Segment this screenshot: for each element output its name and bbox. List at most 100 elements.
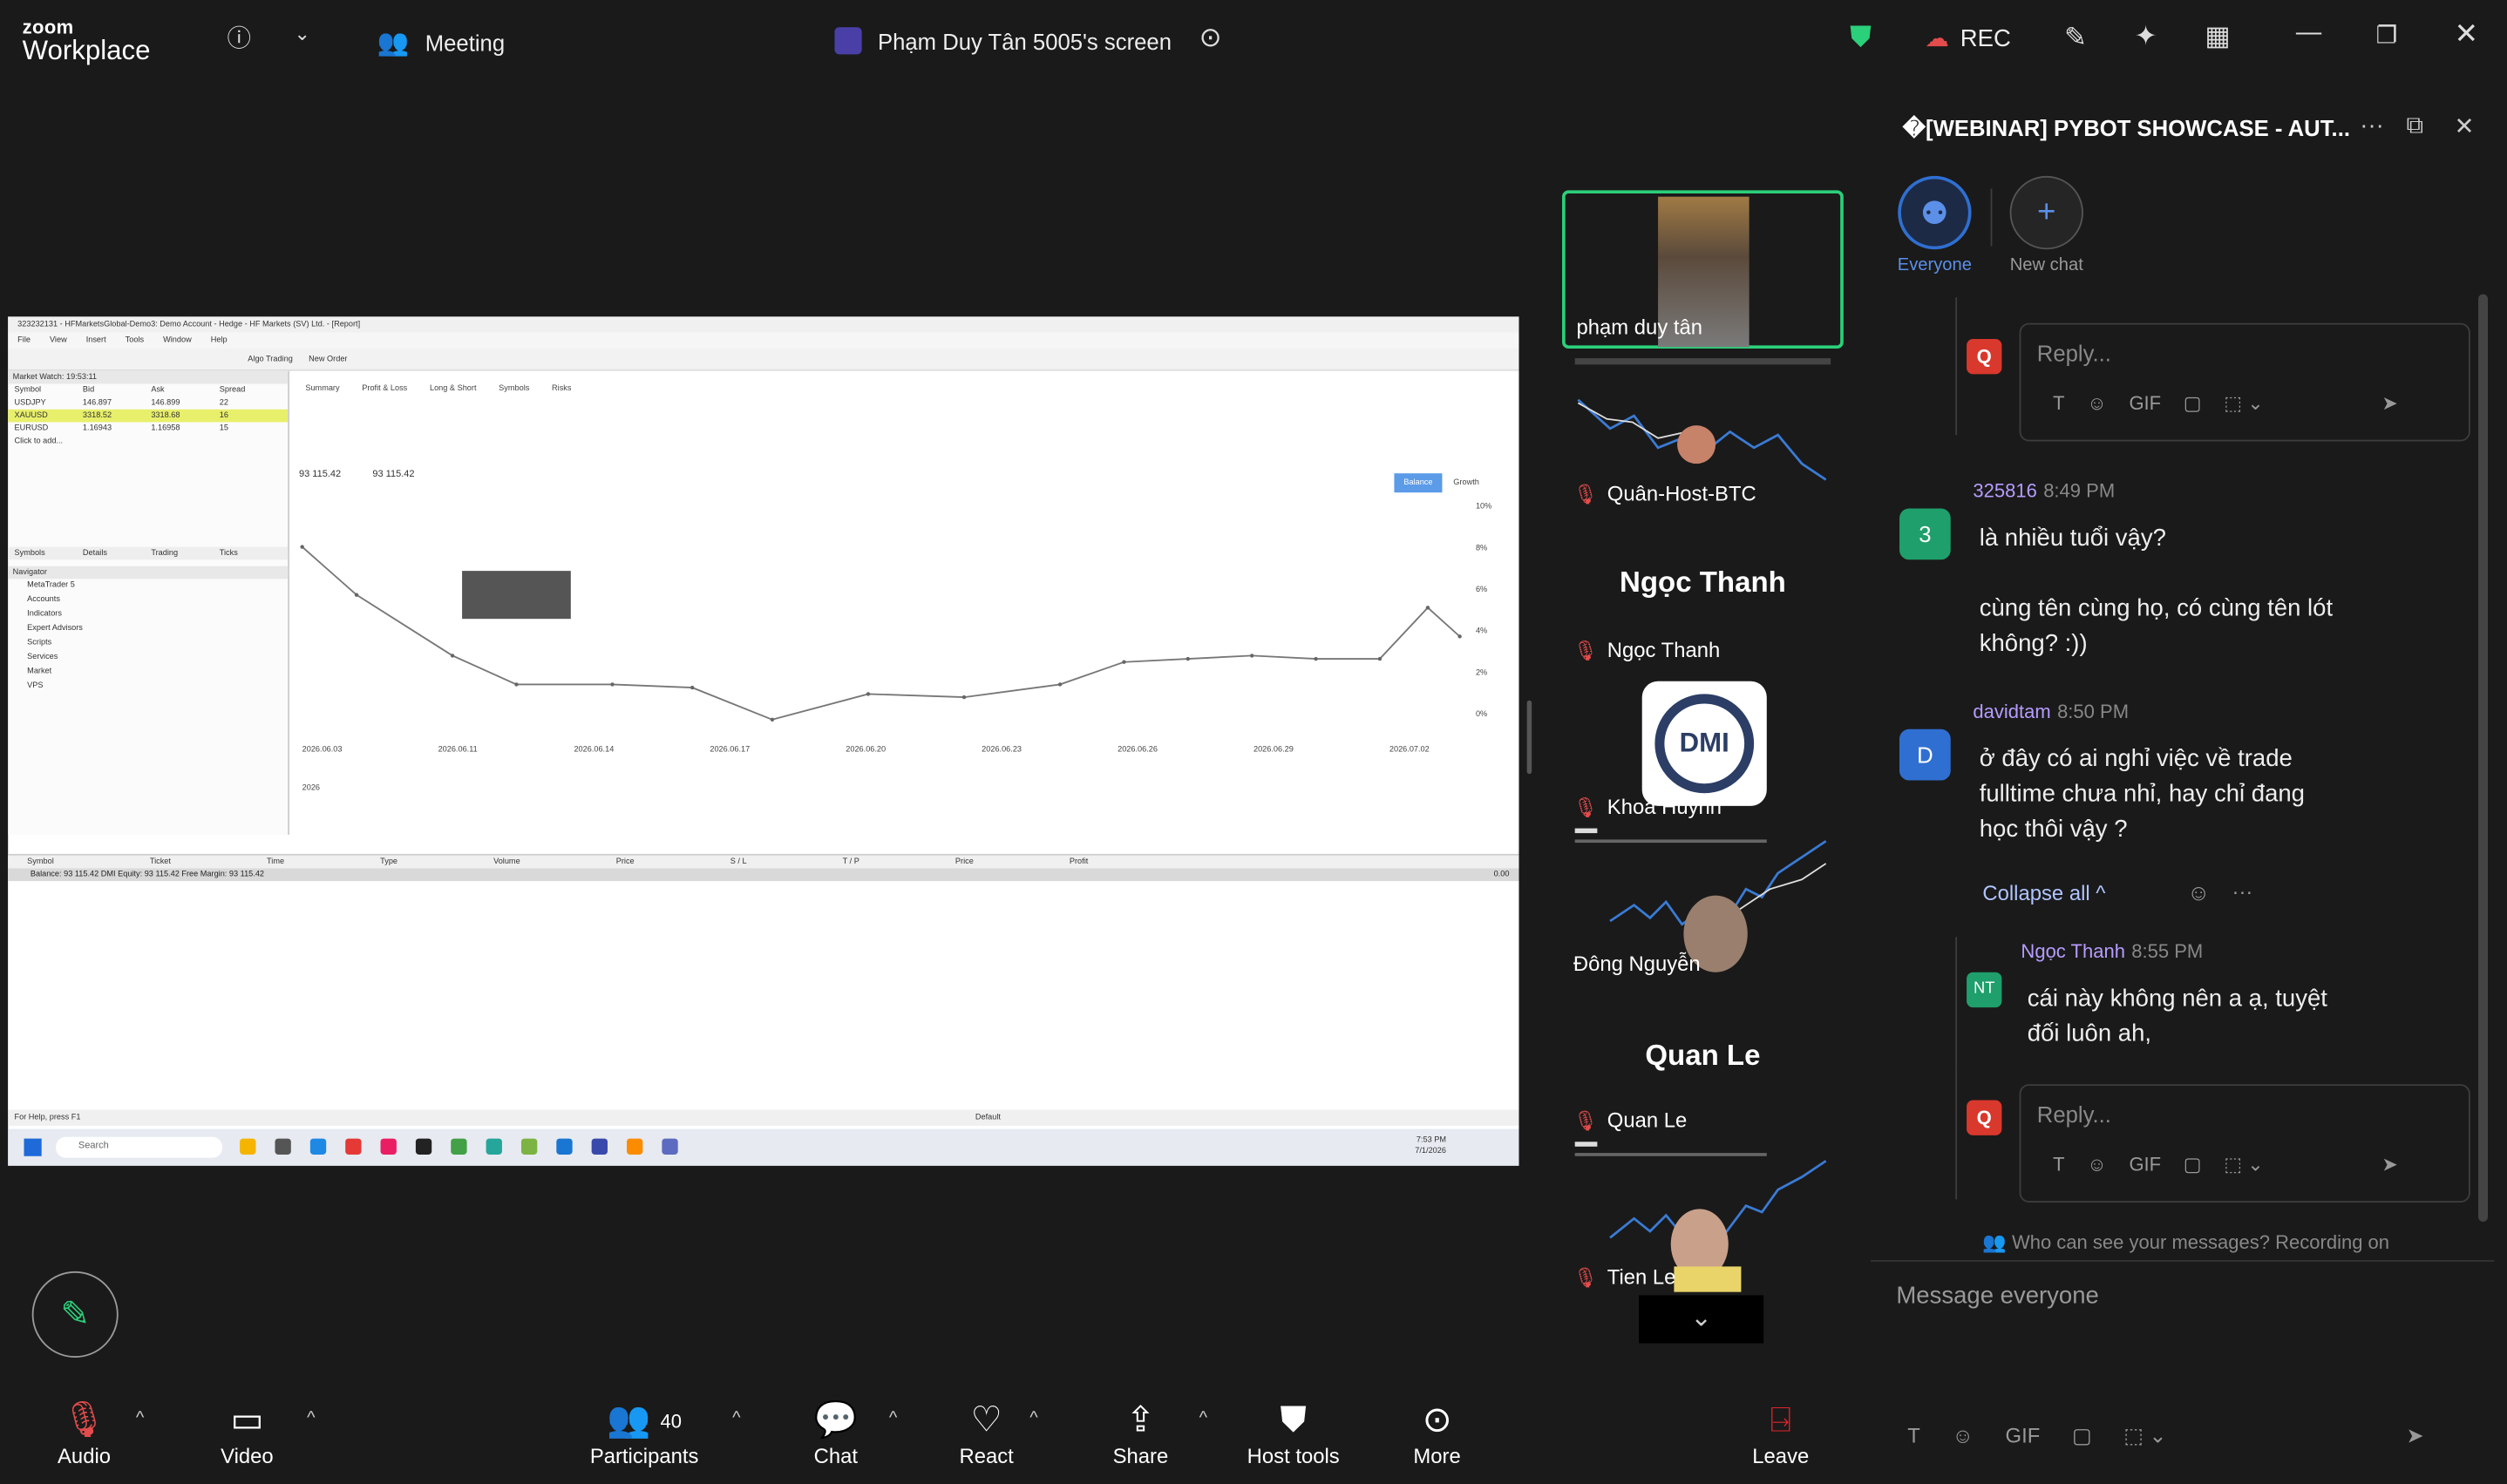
taskbar-app-icon — [627, 1138, 643, 1155]
panel-resize-handle[interactable] — [1526, 700, 1532, 775]
reply-box[interactable]: Reply... T ☺ GIF ▢ ⬚ ⌄ ➤ — [2019, 322, 2470, 442]
shared-screen[interactable]: 323232131 - HFMarketsGlobal-Demo3: Demo … — [8, 316, 1519, 1166]
format-text-icon[interactable]: T — [1907, 1423, 1920, 1448]
mt-toolbar: Algo Trading New Order — [8, 349, 1519, 371]
message-input[interactable]: Message everyone — [1896, 1283, 2098, 1310]
logo-line1: zoom — [22, 16, 74, 39]
channel-everyone[interactable]: ⚉ Everyone — [1886, 175, 1982, 275]
send-icon[interactable]: ➤ — [2381, 1153, 2397, 1176]
trade-col-header: Type — [380, 857, 398, 867]
more-button[interactable]: ⊙ More — [1413, 1399, 1460, 1468]
cloud-record-icon: ☁ — [1925, 25, 1949, 53]
file-icon[interactable]: ▢ — [2184, 392, 2202, 415]
more-label: More — [1413, 1444, 1461, 1468]
recording-indicator[interactable]: ☁ REC — [1925, 24, 2010, 53]
close-icon[interactable]: ✕ — [2454, 17, 2478, 51]
participant-big-name: Ngọc Thanh — [1620, 566, 1786, 599]
video-button[interactable]: ▭ Video — [221, 1399, 274, 1468]
format-text-icon[interactable]: T — [2053, 1153, 2064, 1176]
react-caret-icon[interactable]: ^ — [1029, 1409, 1037, 1428]
participants-caret-icon[interactable]: ^ — [732, 1409, 740, 1428]
pop-out-icon[interactable]: ⧉ — [2406, 112, 2423, 139]
view-options-icon[interactable]: ⊙ — [1199, 23, 1222, 55]
participant-tile-tien-le[interactable]: 🎙 Tien Le — [1562, 1138, 1844, 1296]
share-button[interactable]: ⇪ Share — [1113, 1399, 1169, 1468]
market-watch-header: Market Watch: 19:53:11 — [8, 370, 289, 384]
emoji-icon[interactable]: ☺ — [2087, 1153, 2106, 1176]
gif-icon[interactable]: GIF — [2129, 1153, 2161, 1176]
market-tab: Details — [82, 548, 107, 559]
message-sender[interactable]: davidtam 8:50 PM — [1973, 701, 2129, 723]
ai-companion-icon[interactable]: ✦ — [2135, 21, 2157, 53]
navigator-item: Market — [27, 667, 52, 677]
send-icon[interactable]: ➤ — [2406, 1423, 2423, 1448]
participant-tile-ngoc-thanh[interactable]: Ngọc Thanh 🎙 Ngọc Thanh — [1562, 512, 1844, 669]
scroll-participants-down-button[interactable]: ⌄ — [1639, 1295, 1764, 1344]
participant-tile-khoa-huynh[interactable]: DMI 🎙 Khoa Huỳnh — [1562, 668, 1844, 825]
format-text-icon[interactable]: T — [2053, 392, 2064, 415]
annotate-pencil-button[interactable]: ✎ — [31, 1271, 119, 1358]
leave-button[interactable]: ⍈ Leave — [1752, 1399, 1809, 1468]
meeting-menu[interactable]: 👥 Meeting — [377, 27, 505, 59]
audio-options-caret-icon[interactable]: ^ — [136, 1409, 144, 1428]
channel-new-chat[interactable]: + New chat — [1999, 175, 2095, 275]
participant-tile-quan-le[interactable]: Quan Le 🎙 Quan Le — [1562, 981, 1844, 1139]
screenshot-icon[interactable]: ⬚ ⌄ — [2224, 1153, 2263, 1176]
participant-tile-pham-duy-tan[interactable]: phạm duy tân — [1562, 190, 1844, 349]
audio-button[interactable]: 🎙 Audio — [58, 1399, 111, 1468]
reply-box[interactable]: Reply... T ☺ GIF ▢ ⬚ ⌄ ➤ — [2019, 1084, 2470, 1203]
screenshot-icon[interactable]: ⬚ ⌄ — [2224, 392, 2263, 415]
participant-name-text: Khoa Huỳnh — [1607, 795, 1722, 819]
navigator-item: VPS — [27, 681, 44, 691]
add-reaction-icon[interactable]: ☺ — [2187, 879, 2210, 905]
close-icon[interactable]: ✕ — [2454, 112, 2474, 140]
channel-divider — [1990, 188, 1993, 247]
gif-icon[interactable]: GIF — [2129, 392, 2161, 415]
dmi-logo-text: DMI — [1654, 694, 1755, 794]
curve-point — [1249, 654, 1254, 658]
share-screen-icon: ⇪ — [1125, 1399, 1156, 1440]
security-shield-icon[interactable]: ⛊ — [1850, 21, 1872, 55]
more-icon[interactable]: ··· — [2232, 879, 2253, 904]
participant-name: 🎙 Khoa Huỳnh — [1573, 795, 1722, 819]
reply-sender[interactable]: Ngọc Thanh 8:55 PM — [2021, 940, 2203, 963]
info-icon[interactable]: ⓘ — [227, 21, 251, 55]
screen-share-label[interactable]: Phạm Duy Tân 5005's screen — [834, 27, 1172, 55]
screen-owner-icon — [834, 27, 862, 55]
emoji-icon[interactable]: ☺ — [1952, 1423, 1973, 1448]
host-tools-button[interactable]: ⛊ Host tools — [1247, 1399, 1340, 1468]
chat-caret-icon[interactable]: ^ — [889, 1409, 897, 1428]
audio-label: Audio — [58, 1444, 112, 1468]
market-tab: Ticks — [219, 548, 238, 559]
chat-button[interactable]: 💬 Chat — [814, 1399, 858, 1468]
more-options-icon[interactable]: ··· — [2360, 112, 2384, 139]
trade-col-header: Price — [955, 857, 974, 867]
share-caret-icon[interactable]: ^ — [1199, 1409, 1207, 1428]
emoji-icon[interactable]: ☺ — [2087, 392, 2106, 415]
gif-icon[interactable]: GIF — [2006, 1423, 2041, 1448]
restore-icon[interactable]: ❐ — [2376, 21, 2398, 50]
chat-label: Chat — [813, 1444, 858, 1468]
video-options-caret-icon[interactable]: ^ — [307, 1409, 315, 1428]
screenshot-icon[interactable]: ⬚ ⌄ — [2123, 1423, 2166, 1448]
chevron-down-icon[interactable]: ⌄ — [294, 23, 309, 45]
layout-view-icon[interactable]: ▦ — [2205, 21, 2230, 53]
chat-scrollbar[interactable] — [2478, 294, 2489, 1223]
mt-left-panel: Market Watch: 19:53:11 Symbol Bid Ask Sprea… — [8, 370, 289, 835]
shield-icon: ⛊ — [1280, 1399, 1307, 1440]
react-button[interactable]: ♡ React — [960, 1399, 1014, 1468]
annotate-icon[interactable]: ✎ — [2064, 23, 2087, 55]
who-can-see-notice[interactable]: 👥 Who can see your messages? Recording o… — [1982, 1231, 2389, 1254]
leave-icon: ⍈ — [1770, 1399, 1791, 1440]
message-sender[interactable]: 325816 8:49 PM — [1973, 480, 2115, 503]
participant-tile-dong-nguyen[interactable]: Đông Nguyễn — [1562, 824, 1844, 982]
navigator-list: MetaTrader 5 Accounts Indicators Expert Adv… — [8, 579, 288, 694]
minimize-icon[interactable]: — — [2296, 19, 2321, 48]
collapse-all-button[interactable]: Collapse all ^ — [1982, 881, 2105, 905]
participants-button[interactable]: 👥 40 Participants — [590, 1399, 699, 1468]
send-icon[interactable]: ➤ — [2381, 392, 2397, 415]
file-icon[interactable]: ▢ — [2072, 1423, 2092, 1448]
participant-tile-quan-host[interactable]: 🎙 Quân-Host-BTC — [1562, 355, 1844, 512]
logo-line2: Workplace — [22, 35, 151, 66]
file-icon[interactable]: ▢ — [2184, 1153, 2202, 1176]
